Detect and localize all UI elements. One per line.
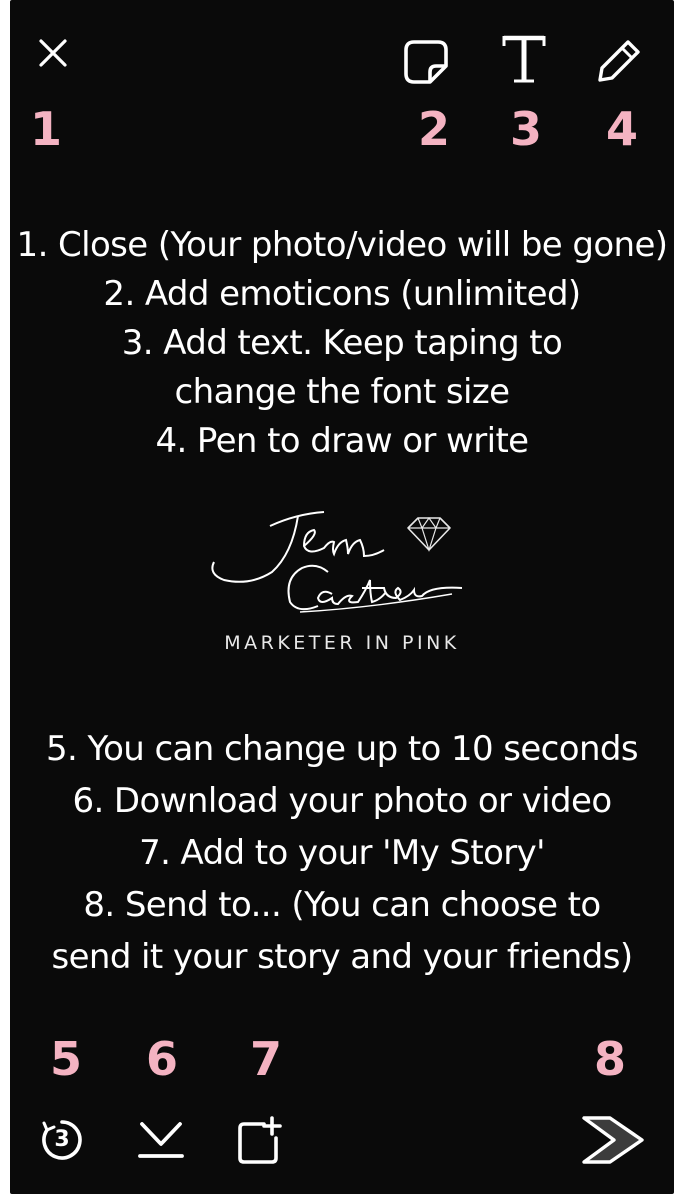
instruction-line: 1. Close (Your photo/video will be gone) <box>16 225 669 265</box>
instruction-line: send it your story and your friends) <box>51 937 633 977</box>
label-2: 2 <box>417 102 450 156</box>
add-story-icon[interactable] <box>234 1116 284 1166</box>
sticker-icon[interactable] <box>402 38 450 86</box>
text-icon[interactable] <box>500 34 548 86</box>
instruction-line: 6. Download your photo or video <box>72 781 612 821</box>
timer-value: 3 <box>54 1127 70 1152</box>
timer-icon[interactable]: 3 <box>38 1116 86 1164</box>
instruction-line: 8. Send to... (You can choose to <box>83 885 601 925</box>
close-icon[interactable] <box>36 36 70 70</box>
instruction-line: 2. Add emoticons (unlimited) <box>103 274 581 314</box>
label-4: 4 <box>605 102 638 156</box>
instructions-bottom: 5. You can change up to 10 seconds 6. Do… <box>10 723 674 983</box>
pencil-icon[interactable] <box>594 36 644 86</box>
instruction-line: change the font size <box>174 372 511 412</box>
instructions-top: 1. Close (Your photo/video will be gone)… <box>10 221 674 466</box>
instruction-line: 3. Add text. Keep taping to <box>121 323 563 363</box>
instruction-line: 5. You can change up to 10 seconds <box>46 729 639 769</box>
label-3: 3 <box>509 102 542 156</box>
diamond-icon <box>404 514 454 554</box>
instruction-line: 4. Pen to draw or write <box>155 421 529 461</box>
label-8: 8 <box>593 1032 626 1086</box>
send-arrow-icon[interactable] <box>580 1114 648 1166</box>
label-6: 6 <box>145 1032 178 1086</box>
instruction-line: 7. Add to your 'My Story' <box>139 833 545 873</box>
label-1: 1 <box>29 102 62 156</box>
download-icon[interactable] <box>136 1118 186 1162</box>
logo-tagline: MARKETER IN PINK <box>224 632 460 654</box>
snap-editor-screen: 1 2 3 4 1. Close (Your photo/video will … <box>0 0 676 1194</box>
label-7: 7 <box>249 1032 282 1086</box>
label-5: 5 <box>49 1032 82 1086</box>
